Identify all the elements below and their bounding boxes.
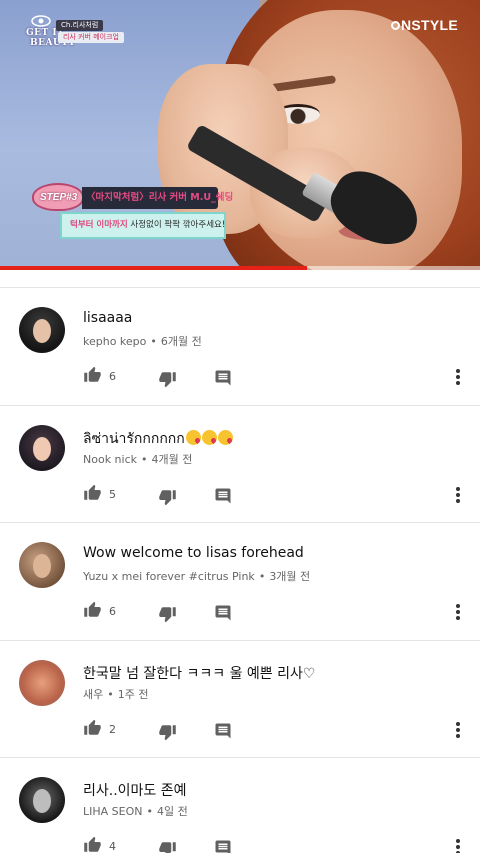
comment-text-body: ลิซ่าน่ารักกกกกก	[83, 430, 185, 447]
comment-time: 4일 전	[157, 805, 188, 818]
more-vertical-icon[interactable]	[454, 720, 462, 740]
comment-text-body: lisaaaa	[83, 310, 133, 326]
thumbs-down-icon[interactable]	[158, 723, 177, 741]
reply-comment-icon[interactable]	[214, 722, 232, 740]
comment-item: 한국말 넘 잘한다 ㅋㅋㅋ 울 예쁜 리사♡ 새우 • 1주 전 2	[0, 641, 480, 758]
comment-text: ลิซ่าน่ารักกกกกก	[83, 428, 233, 450]
meta-separator: •	[146, 805, 154, 818]
avatar-face	[33, 554, 51, 578]
like-count: 5	[109, 487, 116, 501]
comment-text: 한국말 넘 잘한다 ㅋㅋㅋ 울 예쁜 리사♡	[83, 663, 315, 683]
comment-item: 리사..이마도 존예 LIHA SEON • 4일 전 4	[0, 758, 480, 853]
comment-actions: 6	[83, 366, 473, 388]
comment-item: lisaaaa kepho kepo • 6개월 전 6	[0, 288, 480, 406]
brand-o-icon	[390, 20, 400, 30]
comment-item: Wow welcome to lisas forehead Yuzu x mei …	[0, 523, 480, 641]
thumbs-up-icon[interactable]	[83, 366, 102, 384]
like-count: 6	[109, 605, 116, 618]
comment-text-body: 리사..이마도 존예	[83, 783, 187, 799]
video-progress-fill	[0, 266, 308, 270]
comment-time: 1주 전	[117, 687, 149, 701]
comment-text: Wow welcome to lisas forehead	[83, 545, 304, 561]
thumbs-up-icon[interactable]	[83, 836, 102, 853]
comment-author[interactable]: LIHA SEON	[83, 805, 143, 818]
reply-comment-icon[interactable]	[214, 487, 232, 505]
like-count: 2	[109, 722, 116, 736]
more-vertical-icon[interactable]	[454, 367, 462, 387]
step-tag: STEP#3	[40, 192, 78, 203]
comment-author[interactable]: kepho kepo	[83, 335, 146, 348]
reply-comment-icon[interactable]	[214, 369, 232, 387]
comment-author[interactable]: Yuzu x mei forever #citrus Pink	[83, 570, 255, 583]
more-vertical-icon[interactable]	[454, 602, 462, 622]
thumbs-up-icon[interactable]	[83, 601, 102, 619]
comment-time: 6개월 전	[160, 335, 202, 348]
thumbs-up-icon[interactable]	[83, 484, 102, 502]
comment-time: 4개월 전	[151, 452, 193, 466]
comment-meta: kepho kepo • 6개월 전	[83, 333, 202, 349]
comment-author[interactable]: 새우	[83, 688, 103, 701]
thumbs-down-icon[interactable]	[158, 488, 177, 506]
comment-actions: 5	[83, 484, 473, 506]
avatar-face	[33, 789, 51, 813]
step-sub-highlight: 턱부터 이마까지	[70, 220, 128, 230]
avatar[interactable]	[19, 424, 65, 471]
avatar-face	[33, 672, 51, 696]
meta-separator: •	[107, 687, 114, 701]
meta-separator: •	[150, 335, 157, 348]
step-subtitle: 턱부터 이마까지 사정없이 팍팍 깎아주세요!	[60, 212, 226, 239]
kiss-emoji-icon	[217, 429, 233, 445]
reply-comment-icon[interactable]	[214, 839, 232, 853]
comment-meta: 새우 • 1주 전	[83, 686, 149, 702]
comment-time: 3개월 전	[269, 570, 311, 583]
avatar[interactable]	[19, 659, 65, 706]
comment-author[interactable]: Nook nick	[83, 453, 137, 466]
comment-text-body: 한국말 넘 잘한다 ㅋㅋㅋ 울 예쁜 리사♡	[83, 665, 316, 682]
avatar[interactable]	[19, 307, 65, 353]
comment-actions: 2	[83, 719, 473, 741]
comment-item: ลิซ่าน่ารักกกกกก Nook nick • 4개월 전 5	[0, 406, 480, 523]
meta-separator: •	[258, 570, 266, 583]
comment-meta: Nook nick • 4개월 전	[83, 451, 192, 467]
kiss-emoji-icon	[185, 429, 201, 445]
more-vertical-icon[interactable]	[454, 485, 462, 505]
video-progress-bar[interactable]	[0, 266, 480, 270]
step-sub-rest: 사정없이 팍팍 깎아주세요!	[127, 220, 226, 230]
chapter-tag: Ch.리사처럼	[56, 20, 104, 31]
like-count: 4	[109, 840, 116, 853]
comment-text: 리사..이마도 존예	[83, 780, 187, 800]
kiss-emoji-icon	[201, 429, 217, 445]
comment-actions: 4	[83, 836, 473, 853]
thumbs-down-icon[interactable]	[158, 370, 177, 388]
chapter-badge: Ch.리사처럼 리사 커버 메이크업	[56, 20, 124, 44]
comment-meta: Yuzu x mei forever #citrus Pink • 3개월 전	[83, 568, 310, 584]
chapter-sub: 리사 커버 메이크업	[58, 32, 124, 43]
avatar[interactable]	[19, 542, 65, 588]
avatar[interactable]	[19, 777, 65, 823]
video-player[interactable]: GET IT BEAUTY Ch.리사처럼 리사 커버 메이크업 NSTYLE …	[0, 0, 480, 270]
comment-text: lisaaaa	[83, 310, 132, 326]
avatar-face	[33, 319, 51, 343]
meta-separator: •	[141, 452, 148, 466]
step-title: 〈마지막처럼〉리사 커버 M.U_쉐딩	[82, 187, 233, 209]
thumbs-up-icon[interactable]	[83, 719, 102, 737]
avatar-face	[33, 436, 51, 461]
thumbs-down-icon[interactable]	[158, 605, 177, 623]
comment-text-body: Wow welcome to lisas forehead	[83, 545, 304, 561]
reply-comment-icon[interactable]	[214, 604, 232, 622]
comment-meta: LIHA SEON • 4일 전	[83, 803, 188, 819]
comment-list: lisaaaa kepho kepo • 6개월 전 6 ลิซ่าน่ารักกกกกก…	[0, 288, 480, 853]
onstyle-brand: NSTYLE	[390, 17, 458, 33]
more-vertical-icon[interactable]	[454, 837, 462, 853]
comment-actions: 6	[83, 601, 473, 623]
thumbs-down-icon[interactable]	[158, 840, 177, 853]
like-count: 6	[109, 370, 116, 383]
brand-text: NSTYLE	[400, 17, 458, 33]
